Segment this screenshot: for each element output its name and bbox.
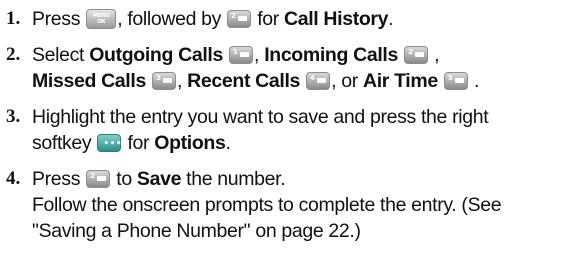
key-2-icon: 2 bbox=[404, 46, 429, 64]
outgoing-calls-label: Outgoing Calls bbox=[89, 44, 223, 66]
missed-calls-label: Missed Calls bbox=[32, 70, 146, 92]
step-1: 1. Press MENU OK, followed by 2 for Call … bbox=[6, 8, 394, 30]
key-5-icon: 5 bbox=[443, 72, 468, 90]
step-text: Press bbox=[32, 168, 81, 190]
key-2-icon: 2 bbox=[86, 170, 111, 188]
step-text: for bbox=[127, 132, 150, 154]
key-1-icon: 1 bbox=[229, 46, 254, 64]
save-label: Save bbox=[136, 168, 182, 190]
incoming-calls-label: Incoming Calls bbox=[264, 44, 398, 66]
key-3-icon: 3 bbox=[152, 72, 177, 90]
options-label: Options bbox=[154, 132, 226, 154]
step-text: Highlight the entry you want to save and… bbox=[32, 106, 489, 128]
step-number: 3. bbox=[6, 106, 21, 127]
step-text: Follow the onscreen prompts to complete … bbox=[32, 194, 502, 216]
options-softkey-icon: ••• bbox=[97, 134, 122, 152]
step-text: the number. bbox=[186, 168, 286, 190]
key-4-icon: 4 bbox=[306, 72, 331, 90]
air-time-label: Air Time bbox=[362, 70, 438, 92]
step-number: 4. bbox=[6, 168, 21, 189]
step-text: Select bbox=[32, 44, 85, 66]
step-2: 2. Select Outgoing Calls 1, Incoming Cal… bbox=[6, 44, 480, 92]
step-text: , followed by bbox=[117, 8, 222, 30]
menu-ok-key-icon: MENU OK bbox=[86, 9, 117, 29]
step-3: 3. Highlight the entry you want to save … bbox=[6, 106, 489, 154]
step-text: for bbox=[257, 8, 279, 30]
step-text: to bbox=[116, 168, 132, 190]
recent-calls-label: Recent Calls bbox=[187, 70, 301, 92]
key-2-icon: 2 bbox=[227, 10, 252, 28]
step-text: "Saving a Phone Number" on page 22.) bbox=[32, 220, 361, 242]
step-4: 4. Press 2 to Save the number. Follow th… bbox=[6, 166, 570, 244]
step-number: 1. bbox=[6, 8, 21, 29]
instruction-steps: 1. Press MENU OK, followed by 2 for Call … bbox=[6, 6, 570, 244]
step-text: Press bbox=[32, 8, 81, 30]
step-text: softkey bbox=[32, 132, 92, 154]
call-history-label: Call History bbox=[283, 8, 389, 30]
step-number: 2. bbox=[6, 44, 21, 65]
